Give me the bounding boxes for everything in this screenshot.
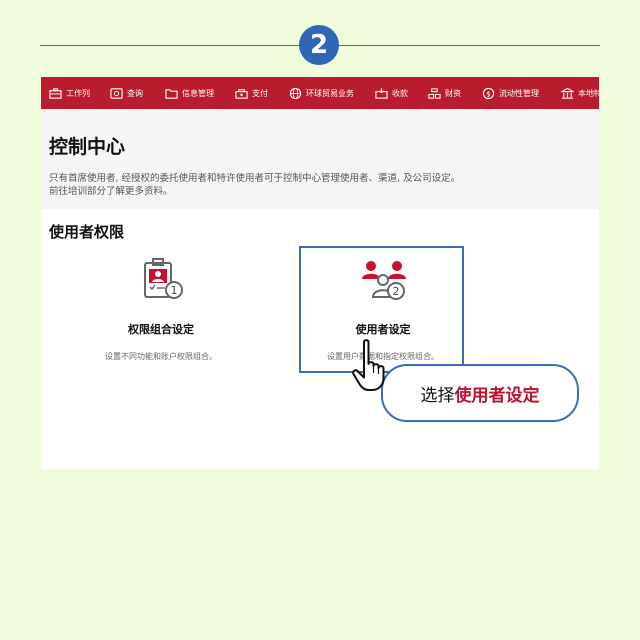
svg-text:1: 1: [171, 284, 178, 297]
nav-item-label: 查询: [127, 88, 143, 98]
nav-item-treasury[interactable]: 财资: [428, 77, 461, 109]
nav-item-liquidity[interactable]: $ 流动性管理: [482, 77, 539, 109]
globe-icon: [289, 87, 302, 99]
nav-item-payment[interactable]: 支付: [235, 77, 268, 109]
card-title: 权限组合设定: [128, 323, 194, 336]
nav-item-label: 收款: [392, 88, 408, 98]
nav-item-label: 环球贸易业务: [306, 88, 354, 98]
nav-item-label: 本地特: [578, 88, 599, 98]
nav-item-label: 财资: [445, 88, 461, 98]
nav-item-receivables[interactable]: 收款: [375, 77, 408, 109]
nav-item-query[interactable]: 查询: [110, 77, 143, 109]
section-title: 使用者权限: [49, 223, 125, 241]
svg-text:$: $: [486, 89, 491, 98]
permission-badge-icon: 1: [144, 258, 183, 299]
folder-icon: [165, 88, 178, 99]
page-description: 只有首席使用者, 经授权的委托使用者和特许使用者可于控制中心管理使用者、渠道, …: [49, 172, 589, 198]
bank-building-icon: [561, 87, 574, 99]
pointing-hand-icon: [352, 339, 385, 391]
nav-item-label: 工作列: [66, 88, 90, 98]
instruction-callout: 选择 使用者设定: [381, 364, 579, 422]
briefcase-icon: [49, 87, 62, 99]
dollar-circle-icon: $: [482, 87, 495, 99]
callout-prefix: 选择: [420, 385, 455, 406]
step-number-badge: 2: [299, 25, 339, 65]
permission-set-card[interactable]: 1 权限组合设定 设置不同功能和账户权限组合。: [81, 257, 241, 367]
nav-item-worklist[interactable]: 工作列: [49, 77, 90, 109]
receive-icon: [375, 87, 388, 99]
callout-emphasis: 使用者设定: [454, 385, 540, 406]
payment-icon: [235, 88, 248, 99]
page-title: 控制中心: [49, 136, 126, 158]
top-nav-bar: 工作列 查询 信息管理 支付 环球贸易业务 收款 财资 $ 流动性管理 本地特: [41, 77, 599, 109]
nav-item-local[interactable]: 本地特: [561, 77, 599, 109]
treasury-icon: [428, 87, 441, 99]
nav-item-label: 信息管理: [182, 88, 214, 98]
nav-item-info-management[interactable]: 信息管理: [165, 77, 214, 109]
card-description: 设置不同功能和账户权限组合。: [105, 352, 217, 361]
nav-item-label: 支付: [252, 88, 268, 98]
training-link-text[interactable]: 前往培训部分了解更多资料。: [49, 185, 589, 198]
nav-item-global-trade[interactable]: 环球贸易业务: [289, 77, 354, 109]
search-card-icon: [110, 87, 123, 99]
nav-item-label: 流动性管理: [499, 88, 539, 98]
page-header-panel: 控制中心 只有首席使用者, 经授权的委托使用者和特许使用者可于控制中心管理使用者…: [41, 109, 599, 209]
page-description-line: 只有首席使用者, 经授权的委托使用者和特许使用者可于控制中心管理使用者、渠道, …: [49, 173, 461, 184]
